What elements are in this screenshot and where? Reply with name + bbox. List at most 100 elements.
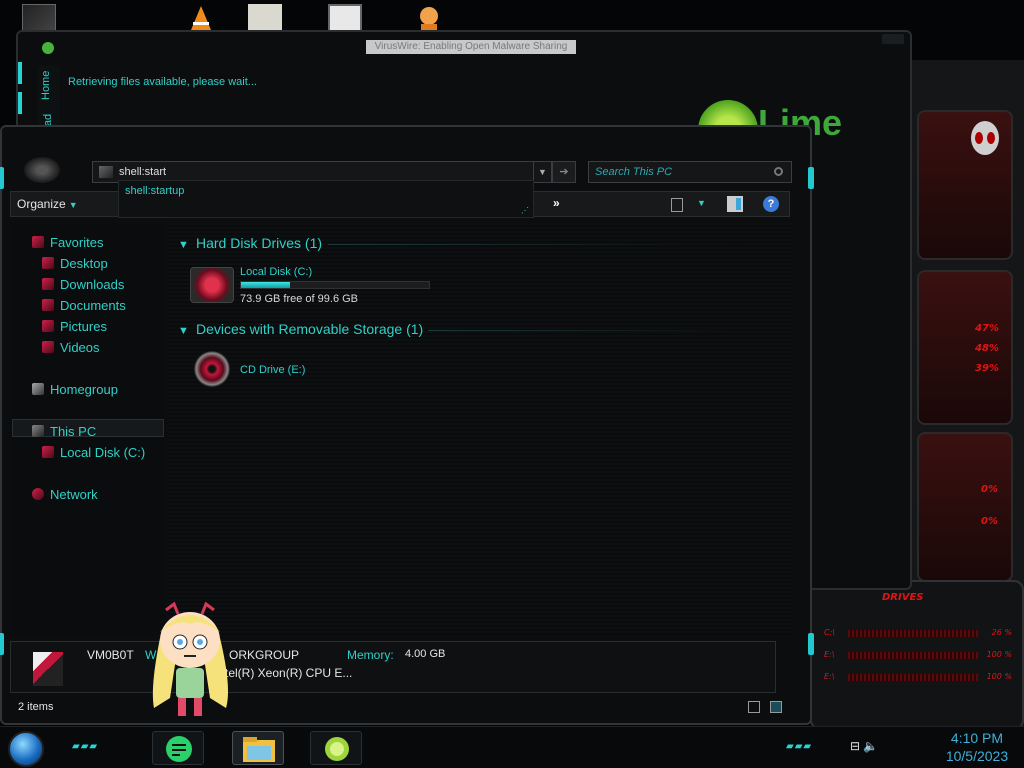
network-tray-icon[interactable]: ⊟ xyxy=(850,739,860,753)
this-pc-icon xyxy=(32,425,44,437)
chevron-down-icon: ▼ xyxy=(178,325,189,337)
autocomplete-item[interactable]: shell:startup xyxy=(125,185,184,197)
preview-pane-icon[interactable] xyxy=(727,196,743,212)
go-button[interactable]: ➔ xyxy=(552,161,576,183)
drive-row-label: C:\ xyxy=(824,628,835,637)
address-input[interactable] xyxy=(119,164,519,180)
nav-item-desktop[interactable]: Desktop xyxy=(60,256,108,271)
search-input[interactable] xyxy=(595,164,765,180)
nav-item-network[interactable]: Network xyxy=(50,487,98,502)
computer-name: VM0B0T xyxy=(87,648,134,662)
videos-icon xyxy=(42,341,54,353)
desktop-icon xyxy=(42,257,54,269)
large-icons-view-icon[interactable] xyxy=(770,701,782,713)
search-icon[interactable] xyxy=(774,167,783,176)
frame-accent xyxy=(18,92,22,114)
item-count: 2 items xyxy=(18,701,54,713)
drive-row: C:\ 26 % xyxy=(824,626,1012,642)
desktop: 47% 48% 39% 0% 0% DRIVES C:\ 26 % E:\ 100 … xyxy=(0,0,1024,768)
downloads-icon xyxy=(42,278,54,290)
drive-row-bar xyxy=(848,652,978,659)
drives-widget: DRIVES C:\ 26 % E:\ 100 % E:\ 100 % xyxy=(810,580,1024,730)
hard-drive-icon[interactable] xyxy=(190,267,234,303)
nav-item-this-pc[interactable]: This PC xyxy=(50,424,96,439)
memory-value: 4.00 GB xyxy=(405,648,446,660)
taskbar-notes-app[interactable] xyxy=(152,731,204,765)
resize-grip-icon[interactable]: ⋰ xyxy=(521,206,529,215)
stat-1: 47% xyxy=(975,323,999,334)
alien-logo-icon xyxy=(971,121,999,155)
system-tray: ⊟ 🔈 xyxy=(850,739,878,753)
frame-accent xyxy=(0,633,4,655)
frame-accent xyxy=(0,167,4,189)
chevron-down-icon: ▼ xyxy=(178,239,189,251)
homegroup-icon xyxy=(32,383,44,395)
drive-icon xyxy=(42,446,54,458)
stat-5: 0% xyxy=(981,516,998,527)
drive-row: E:\ 100 % xyxy=(824,670,1012,686)
drive-row: E:\ 100 % xyxy=(824,648,1012,664)
more-commands-button[interactable]: » xyxy=(553,196,560,210)
drive-row-label: E:\ xyxy=(824,650,835,659)
app-icon xyxy=(42,42,54,54)
nav-item-videos[interactable]: Videos xyxy=(60,340,100,355)
nav-item-favorites[interactable]: Favorites xyxy=(50,235,103,250)
group-header-hard-disks[interactable]: ▼ Hard Disk Drives (1) xyxy=(178,235,322,251)
drive-row-pct: 26 % xyxy=(991,628,1012,637)
status-bar: 2 items xyxy=(10,697,790,719)
navigation-pane: Favorites Desktop Downloads Documents Pi… xyxy=(10,223,166,635)
drive-c-name[interactable]: Local Disk (C:) xyxy=(240,266,312,278)
computer-icon xyxy=(99,166,113,178)
memory-label: Memory: xyxy=(347,648,394,662)
taskbar-accent: ▰▰▰ xyxy=(786,741,813,752)
taskbar: ▰▰▰ ▰▰▰ ⊟ 🔈 4:10 PM 10/5/2023 xyxy=(0,726,1024,768)
clock[interactable]: 4:10 PM 10/5/2023 xyxy=(932,729,1022,765)
star-icon xyxy=(32,236,44,248)
processor-value: tel(R) Xeon(R) CPU E... xyxy=(225,666,353,680)
nav-item-pictures[interactable]: Pictures xyxy=(60,319,107,334)
search-box[interactable] xyxy=(588,161,792,183)
chevron-down-icon: ▼ xyxy=(68,200,78,210)
close-button[interactable] xyxy=(882,34,904,44)
taskbar-lime-app[interactable] xyxy=(310,731,362,765)
group-header-removable[interactable]: ▼ Devices with Removable Storage (1) xyxy=(178,321,423,337)
drive-row-bar xyxy=(848,630,978,637)
drive-row-label: E:\ xyxy=(824,672,835,681)
group-header-label: Hard Disk Drives (1) xyxy=(196,235,323,251)
start-button[interactable] xyxy=(8,731,44,767)
documents-icon xyxy=(42,299,54,311)
divider xyxy=(428,330,748,331)
lime-icon xyxy=(325,737,349,761)
address-dropdown-button[interactable]: ▼ xyxy=(533,162,551,182)
pictures-icon xyxy=(42,320,54,332)
drive-e-name[interactable]: CD Drive (E:) xyxy=(240,364,305,376)
clock-date: 10/5/2023 xyxy=(945,748,1009,764)
file-explorer-window[interactable]: ▼ ➔ shell:startup ⋰ Organize▼ » ▼ ? Favo… xyxy=(0,125,814,725)
window-title: VirusWire: Enabling Open Malware Sharing xyxy=(366,40,576,54)
nav-item-downloads[interactable]: Downloads xyxy=(60,277,124,292)
nav-item-local-disk[interactable]: Local Disk (C:) xyxy=(60,445,145,460)
chevron-down-icon[interactable]: ▼ xyxy=(697,198,706,208)
frame-accent xyxy=(808,167,814,189)
divider xyxy=(328,244,748,245)
organize-button[interactable]: Organize ▼ xyxy=(17,197,78,211)
help-button[interactable]: ? xyxy=(763,196,779,212)
stat-4: 0% xyxy=(981,484,998,495)
drive-row-pct: 100 % xyxy=(986,672,1012,681)
content-pane: ▼ Hard Disk Drives (1) Local Disk (C:) 73… xyxy=(168,223,792,635)
status-message: Retrieving files available, please wait.… xyxy=(68,76,257,88)
drive-c-usage-bar xyxy=(240,281,430,289)
network-icon xyxy=(32,488,44,500)
taskbar-file-explorer[interactable] xyxy=(232,731,284,765)
details-view-icon[interactable] xyxy=(748,701,760,713)
nav-item-homegroup[interactable]: Homegroup xyxy=(50,382,118,397)
drive-c-usage-fill xyxy=(241,282,290,288)
back-button[interactable] xyxy=(24,157,60,183)
cd-drive-icon[interactable] xyxy=(194,351,230,387)
details-pane: VM0B0T W ORKGROUP Memory: 4.00 GB tel(R)… xyxy=(10,641,776,693)
nav-item-documents[interactable]: Documents xyxy=(60,298,126,313)
volume-icon[interactable]: 🔈 xyxy=(863,739,878,753)
drives-title: DRIVES xyxy=(882,592,924,603)
change-view-icon[interactable] xyxy=(671,198,683,212)
stat-2: 48% xyxy=(975,343,999,354)
